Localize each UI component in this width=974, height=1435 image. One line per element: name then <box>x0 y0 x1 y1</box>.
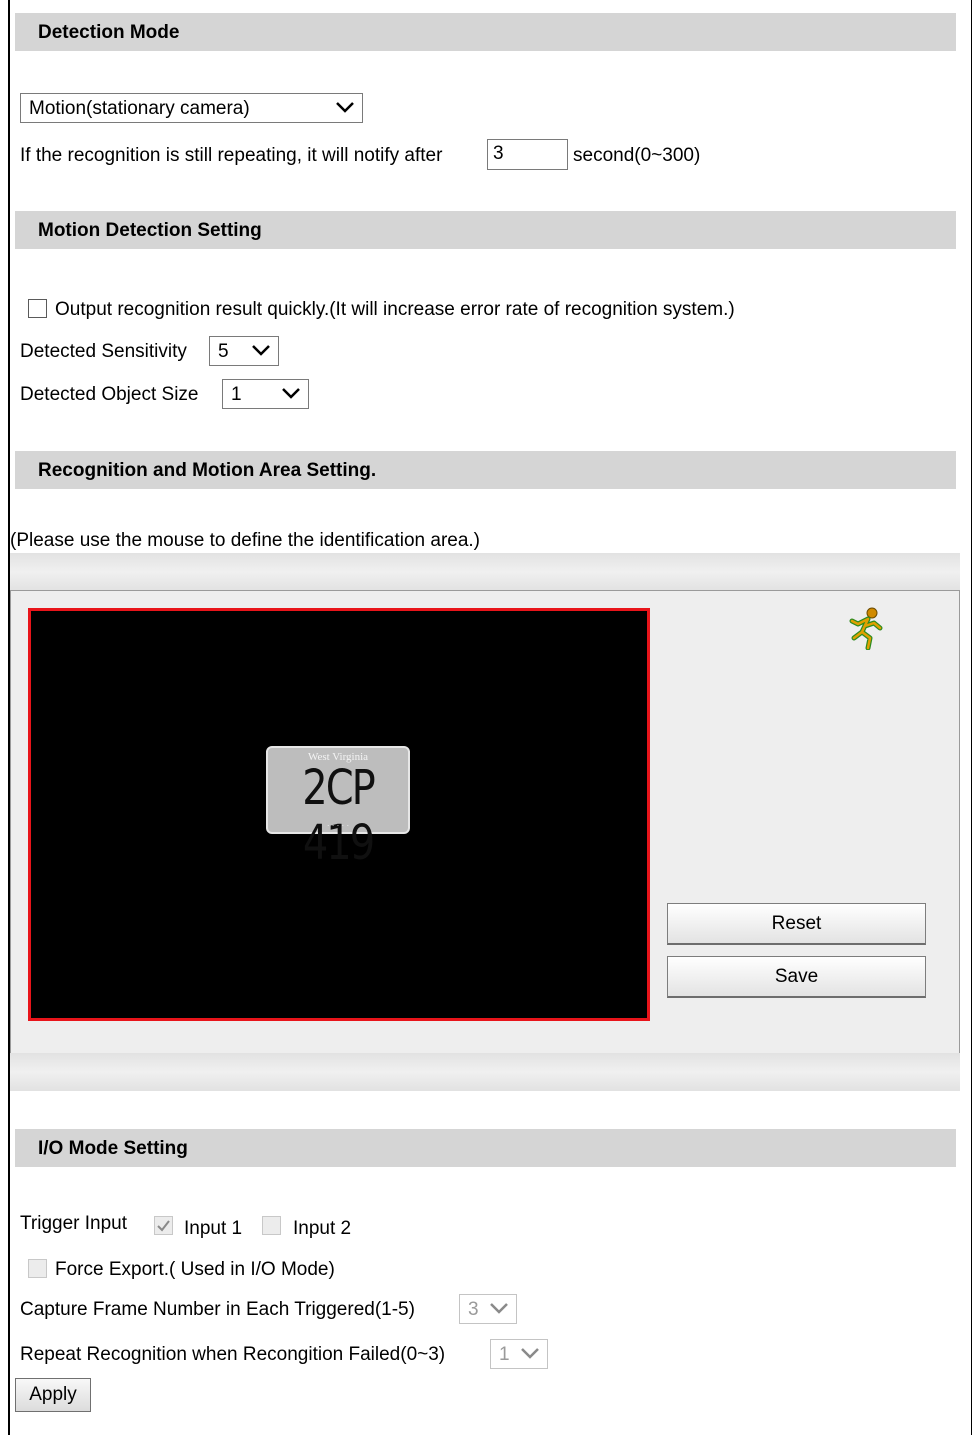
notify-seconds-value: 3 <box>493 143 504 164</box>
detection-mode-value: Motion(stationary camera) <box>29 98 250 119</box>
sensitivity-value: 5 <box>218 341 229 362</box>
save-button[interactable]: Save <box>667 956 926 998</box>
detection-mode-header: Detection Mode <box>15 13 956 51</box>
input2-checkbox[interactable] <box>262 1216 281 1235</box>
quick-output-checkbox[interactable] <box>28 299 47 318</box>
notify-unit-label: second(0~300) <box>573 145 701 166</box>
chevron-down-icon <box>521 1348 539 1359</box>
notify-label: If the recognition is still repeating, i… <box>20 145 443 166</box>
trigger-input-label: Trigger Input <box>20 1213 128 1234</box>
reset-button[interactable]: Reset <box>667 903 926 945</box>
capture-frame-label: Capture Frame Number in Each Triggered(1… <box>20 1299 415 1320</box>
repeat-recognition-label: Repeat Recognition when Recongition Fail… <box>20 1344 446 1365</box>
input1-label: Input 1 <box>184 1218 243 1239</box>
input2-label: Input 2 <box>293 1218 352 1239</box>
quick-output-label: Output recognition result quickly.(It wi… <box>55 299 735 320</box>
input1-checkbox[interactable] <box>154 1216 173 1235</box>
sensitivity-label: Detected Sensitivity <box>20 341 187 362</box>
repeat-recognition-value: 1 <box>499 1344 510 1365</box>
notify-seconds-input[interactable]: 3 <box>487 139 568 170</box>
io-setting-title: I/O Mode Setting <box>38 1138 188 1159</box>
plate-number-text: 2CP 419 <box>302 760 376 872</box>
panel-bottom-bar <box>10 1053 960 1091</box>
detection-mode-select[interactable]: Motion(stationary camera) <box>20 93 363 123</box>
running-man-icon[interactable] <box>846 606 888 650</box>
object-size-label: Detected Object Size <box>20 384 199 405</box>
force-export-label: Force Export.( Used in I/O Mode) <box>55 1259 335 1280</box>
checkmark-icon <box>157 1220 170 1232</box>
area-setting-title: Recognition and Motion Area Setting. <box>38 460 377 481</box>
detection-mode-title: Detection Mode <box>38 22 180 43</box>
chevron-down-icon <box>490 1303 508 1314</box>
license-plate-image: West Virginia 2CP 419 · · · · · <box>266 746 410 871</box>
sensitivity-select[interactable]: 5 <box>209 336 279 366</box>
chevron-down-icon <box>336 102 354 113</box>
motion-setting-header: Motion Detection Setting <box>15 211 956 249</box>
capture-frame-value: 3 <box>468 1299 479 1320</box>
camera-view-area[interactable]: West Virginia 2CP 419 · · · · · <box>28 608 650 1021</box>
panel-top-bar <box>10 553 960 591</box>
repeat-recognition-select[interactable]: 1 <box>490 1339 548 1369</box>
capture-frame-select[interactable]: 3 <box>459 1294 517 1324</box>
area-instruction: (Please use the mouse to define the iden… <box>10 530 481 551</box>
object-size-value: 1 <box>231 384 242 405</box>
apply-button[interactable]: Apply <box>15 1378 91 1412</box>
force-export-checkbox[interactable] <box>28 1259 47 1278</box>
io-setting-header: I/O Mode Setting <box>15 1129 956 1167</box>
chevron-down-icon <box>282 388 300 399</box>
chevron-down-icon <box>252 345 270 356</box>
plate-bottom-text: · · · · · <box>326 821 350 830</box>
motion-setting-title: Motion Detection Setting <box>38 220 262 241</box>
object-size-select[interactable]: 1 <box>222 379 309 409</box>
area-setting-header: Recognition and Motion Area Setting. <box>15 451 956 489</box>
